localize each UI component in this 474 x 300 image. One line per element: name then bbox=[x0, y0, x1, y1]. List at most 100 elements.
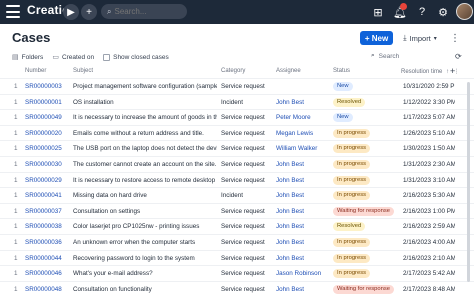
table-row[interactable]: 1 SR00000020 Emails come without a return … bbox=[0, 124, 474, 141]
table-row[interactable]: 1 SR00000038 Color laserjet pro CP1025nw -… bbox=[0, 218, 474, 234]
status-badge: Resolved bbox=[333, 97, 366, 107]
status-cell: In progress bbox=[333, 128, 370, 138]
col-resolution-time-label: Resolution time bbox=[401, 69, 443, 75]
list-search[interactable]: ⌕ Search bbox=[371, 52, 399, 60]
case-assignee-link[interactable]: William Walker bbox=[276, 145, 330, 152]
case-assignee-link[interactable]: John Best bbox=[276, 286, 330, 293]
table-row[interactable]: 1 SR00000046 What's your e-mail address? Se… bbox=[0, 265, 474, 281]
case-assignee-link[interactable]: Jason Robinson bbox=[276, 270, 330, 277]
col-subject[interactable]: Subject bbox=[73, 68, 93, 74]
status-badge: In progress bbox=[333, 238, 370, 247]
status-badge: Waiting for response bbox=[333, 206, 394, 216]
case-number-link[interactable]: SR00000044 bbox=[25, 255, 71, 262]
table-row[interactable]: 1 SR00000036 An unknown error when the com… bbox=[0, 234, 474, 250]
row-index: 1 bbox=[14, 129, 18, 137]
status-cell: In progress bbox=[333, 144, 370, 154]
case-assignee-link[interactable]: Peter Moore bbox=[276, 114, 330, 121]
case-subject: It is necessary to increase the amount o… bbox=[73, 114, 217, 122]
case-category: Incident bbox=[221, 192, 244, 200]
col-number[interactable]: Number bbox=[25, 68, 46, 74]
resolution-time: 1/26/2023 5:10 AM bbox=[403, 129, 455, 137]
row-index: 1 bbox=[14, 176, 18, 184]
avatar[interactable] bbox=[456, 3, 473, 20]
apps-grid-icon[interactable]: ⊞ bbox=[370, 4, 386, 20]
case-number-link[interactable]: SR00000025 bbox=[25, 145, 71, 152]
case-assignee-link[interactable]: Megan Lewis bbox=[276, 130, 330, 137]
help-icon[interactable]: ? bbox=[414, 4, 430, 20]
row-index: 1 bbox=[14, 192, 18, 200]
list-search-label: Search bbox=[378, 52, 400, 60]
row-index: 1 bbox=[14, 114, 18, 122]
row-index: 1 bbox=[14, 239, 18, 246]
status-cell: New bbox=[333, 113, 353, 123]
add-column-icon[interactable]: + bbox=[450, 66, 455, 76]
case-number-link[interactable]: SR00000003 bbox=[25, 83, 71, 90]
table-row[interactable]: 1 SR00000041 Missing data on hard drive Inc… bbox=[0, 187, 474, 203]
table-row[interactable]: 1 SR00000037 Consultation on settings Servi… bbox=[0, 202, 474, 219]
import-icon: ⤓ bbox=[403, 33, 407, 42]
play-icon[interactable]: ▶ bbox=[63, 4, 79, 20]
show-closed-checkbox[interactable] bbox=[103, 53, 111, 61]
resolution-time: 1/31/2023 3:10 AM bbox=[403, 176, 455, 184]
table-row[interactable]: 1 SR00000003 Project management software c… bbox=[0, 78, 474, 94]
show-closed-toggle[interactable]: Show closed cases bbox=[103, 53, 169, 61]
table-row[interactable]: 1 SR00000030 The customer cannot create an… bbox=[0, 156, 474, 172]
status-cell: Waiting for response bbox=[333, 206, 394, 216]
table-row[interactable]: 1 SR00000029 It is necessary to restore ac… bbox=[0, 171, 474, 188]
import-button[interactable]: ⤓ Import ▾ bbox=[399, 31, 441, 45]
row-index: 1 bbox=[14, 98, 18, 106]
col-status[interactable]: Status bbox=[333, 68, 350, 74]
case-number-link[interactable]: SR00000048 bbox=[25, 286, 71, 293]
case-category: Service request bbox=[221, 161, 265, 168]
top-bar: Creatio ▶ + ⌕ ⊞ 🔔︎ ? ⚙ bbox=[0, 0, 474, 24]
case-number-link[interactable]: SR00000001 bbox=[25, 99, 71, 106]
case-number-link[interactable]: SR00000036 bbox=[25, 239, 71, 246]
resolution-time: 1/12/2022 3:30 PM bbox=[403, 98, 455, 106]
case-assignee-link[interactable]: John Best bbox=[276, 161, 330, 168]
case-number-link[interactable]: SR00000029 bbox=[25, 177, 71, 184]
case-number-link[interactable]: SR00000049 bbox=[25, 114, 71, 121]
table-row[interactable]: 1 SR00000048 Consultation on functionality… bbox=[0, 280, 474, 297]
case-category: Service request bbox=[221, 285, 265, 293]
resolution-time: 10/31/2020 2:59 PM bbox=[403, 83, 455, 90]
table-row[interactable]: 1 SR00000001 OS installation Incident John B… bbox=[0, 93, 474, 110]
case-category: Incident bbox=[221, 98, 244, 106]
gear-icon[interactable]: ⚙ bbox=[435, 4, 451, 20]
scrollbar[interactable] bbox=[467, 82, 470, 282]
table-row[interactable]: 1 SR00000044 Recovering password to login … bbox=[0, 249, 474, 266]
col-assignee[interactable]: Assignee bbox=[276, 68, 301, 74]
case-assignee-link[interactable]: John Best bbox=[276, 223, 330, 230]
table-row[interactable]: 1 SR00000049 It is necessary to increase t… bbox=[0, 109, 474, 125]
status-badge: Waiting for response bbox=[333, 284, 394, 294]
case-number-link[interactable]: SR00000030 bbox=[25, 161, 71, 168]
table-row[interactable]: 1 SR00000025 The USB port on the laptop do… bbox=[0, 140, 474, 156]
case-assignee-link[interactable]: John Best bbox=[276, 192, 330, 199]
folders-filter[interactable]: ▤ Folders bbox=[12, 53, 43, 62]
status-cell: In progress bbox=[333, 160, 370, 169]
more-button[interactable]: ⋮ bbox=[448, 31, 462, 45]
case-assignee-link[interactable]: John Best bbox=[276, 99, 330, 106]
case-assignee-link[interactable]: John Best bbox=[276, 177, 330, 184]
col-category[interactable]: Category bbox=[221, 68, 245, 74]
status-badge: In progress bbox=[333, 269, 370, 279]
new-button[interactable]: + New bbox=[360, 31, 393, 45]
created-on-filter[interactable]: ▭ Created on bbox=[52, 53, 94, 62]
global-search-input[interactable] bbox=[114, 7, 185, 16]
case-assignee-link[interactable]: John Best bbox=[276, 239, 330, 246]
case-number-link[interactable]: SR00000038 bbox=[25, 223, 71, 230]
global-search[interactable]: ⌕ bbox=[101, 4, 187, 19]
case-subject: Consultation on functionality bbox=[73, 285, 152, 293]
case-assignee-link[interactable]: John Best bbox=[276, 255, 330, 262]
case-number-link[interactable]: SR00000020 bbox=[25, 130, 71, 137]
case-number-link[interactable]: SR00000046 bbox=[25, 270, 71, 277]
status-cell: Waiting for response bbox=[333, 284, 394, 294]
refresh-icon[interactable]: ⟳ bbox=[455, 52, 462, 61]
case-assignee-link[interactable]: John Best bbox=[276, 208, 330, 215]
case-subject: What's your e-mail address? bbox=[73, 270, 153, 278]
folder-icon: ▤ bbox=[12, 54, 19, 61]
case-number-link[interactable]: SR00000037 bbox=[25, 208, 71, 215]
resolution-time: 2/17/2023 8:48 AM bbox=[403, 285, 455, 293]
menu-icon[interactable] bbox=[6, 5, 20, 18]
add-icon[interactable]: + bbox=[81, 4, 97, 20]
case-number-link[interactable]: SR00000041 bbox=[25, 192, 71, 199]
